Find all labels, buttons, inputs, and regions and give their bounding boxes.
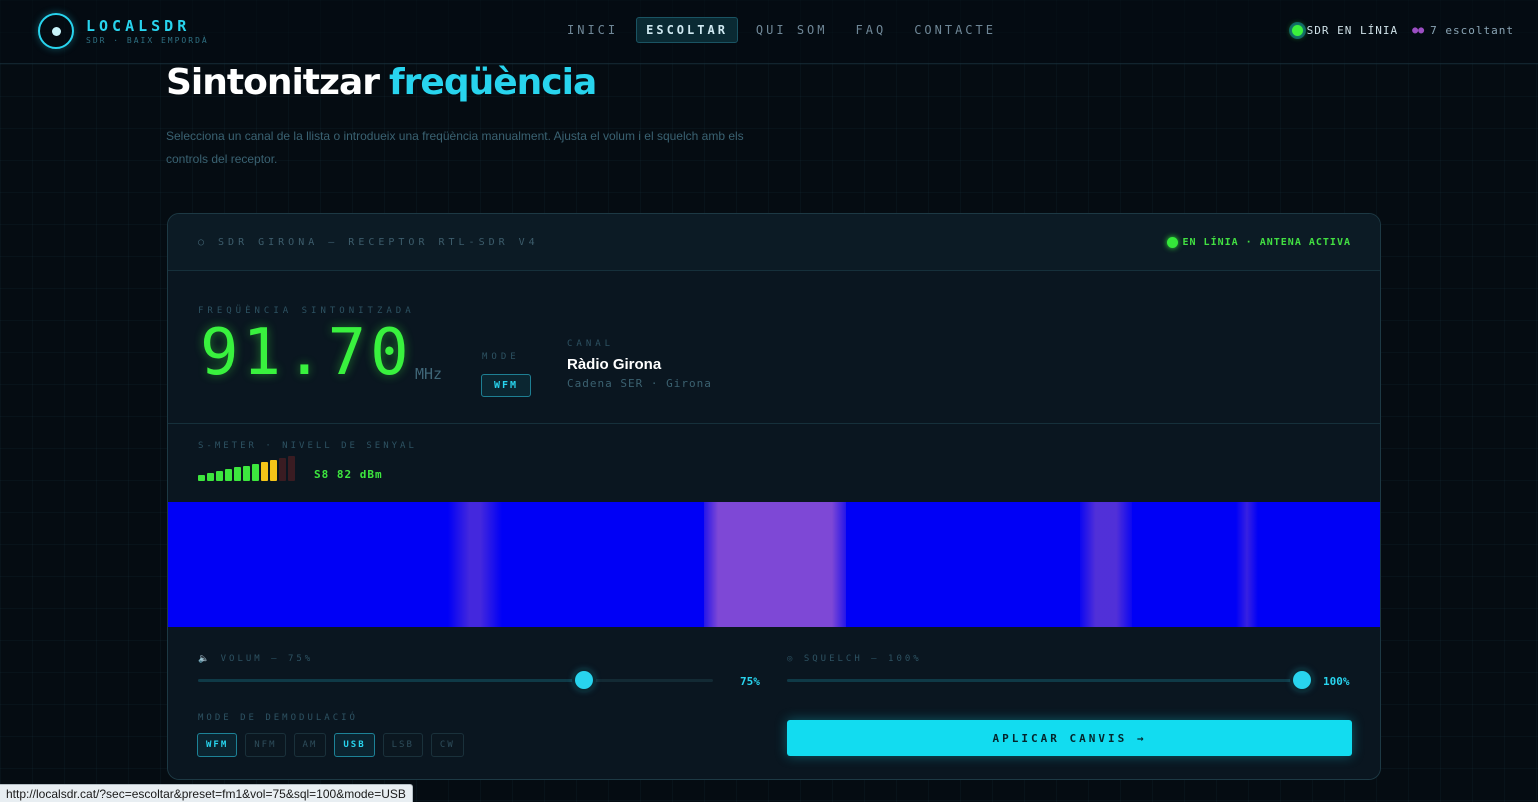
channel-name: Ràdio Girona — [567, 356, 662, 373]
squelch-slider-thumb[interactable] — [1293, 671, 1311, 689]
demod-button-lsb[interactable]: LSB — [382, 733, 423, 757]
volume-slider-thumb[interactable] — [575, 671, 594, 689]
smeter-bar — [288, 456, 295, 481]
channel-label: CANAL — [567, 339, 615, 349]
main-menu: INICI ESCOLTAR QUI SOM FAQ CONTACTE — [557, 17, 1014, 43]
smeter-bar — [225, 469, 232, 481]
logo[interactable]: LOCALSDR SDR · BAIX EMPORDÀ — [38, 13, 209, 49]
demod-button-cw[interactable]: CW — [430, 733, 464, 757]
demod-button-am[interactable]: AM — [293, 733, 327, 757]
logo-icon — [38, 13, 74, 49]
demod-mode-group: WFM NFM AM USB LSB CW — [197, 733, 472, 757]
waterfall-signal — [1080, 502, 1132, 627]
receiver-name: ○ SDR GIRONA — RECEPTOR RTL-SDR V4 — [198, 236, 539, 248]
smeter-bar — [243, 465, 250, 481]
brand-name: LOCALSDR — [86, 17, 191, 35]
brand-subtitle: SDR · BAIX EMPORDÀ — [86, 36, 209, 45]
frequency-display: 91.70 — [200, 316, 413, 390]
smeter-bar — [261, 461, 268, 481]
channel-subtitle: Cadena SER · Girona — [567, 377, 712, 390]
smeter-value: S8 82 dBm — [314, 468, 383, 481]
top-nav: LOCALSDR SDR · BAIX EMPORDÀ INICI ESCOLT… — [0, 0, 1538, 64]
live-status: SDR EN LÍNIA — [1306, 24, 1399, 37]
receiver-panel: ○ SDR GIRONA — RECEPTOR RTL-SDR V4 EN LÍ… — [167, 213, 1381, 780]
waterfall-signal — [1236, 502, 1258, 627]
receiver-status: EN LÍNIA · ANTENA ACTIVA — [1166, 236, 1352, 248]
menu-item-inici[interactable]: INICI — [557, 17, 628, 43]
smeter-section: S-METER · NIVELL DE SENYAL S8 82 dBm — [168, 424, 1380, 502]
mode-badge: WFM — [481, 374, 532, 397]
smeter-bar — [270, 459, 277, 481]
squelch-slider-fill — [787, 679, 1302, 682]
smeter-bar — [216, 471, 223, 481]
smeter-bar — [207, 473, 214, 481]
controls-section: 🔈 VOLUM — 75% 75% ◎ SQUELCH — 100% 100% … — [168, 627, 1380, 779]
users-icon: ●● — [1412, 25, 1425, 36]
menu-item-contacte[interactable]: CONTACTE — [904, 17, 1006, 43]
volume-value: 75% — [740, 675, 760, 688]
page-title-main: Sintonitzar — [166, 62, 380, 103]
page-description: Selecciona un canal de la llista o intro… — [166, 129, 744, 166]
online-dot-icon — [1166, 236, 1178, 248]
smeter-bar — [234, 467, 241, 481]
waterfall-signal-tuned — [704, 502, 846, 627]
volume-label: 🔈 VOLUM — 75% — [198, 654, 314, 664]
demod-button-usb[interactable]: USB — [334, 733, 375, 757]
frequency-section: FREQÜÈNCIA SINTONITZADA 91.70 MHz MODE W… — [168, 271, 1380, 424]
waterfall-display[interactable] — [168, 502, 1380, 627]
menu-item-faq[interactable]: FAQ — [846, 17, 897, 43]
demod-label: MODE DE DEMODULACIÓ — [198, 713, 358, 723]
squelch-value: 100% — [1323, 675, 1350, 688]
smeter-bar — [198, 475, 205, 481]
nav-status: SDR EN LÍNIA ●● 7 escoltant — [1291, 24, 1514, 37]
live-indicator-icon — [1291, 25, 1303, 36]
page-title: Sintonitzar freqüència — [166, 62, 597, 103]
mode-label: MODE — [482, 352, 520, 362]
page-title-accent: freqüència — [389, 62, 597, 103]
smeter-label: S-METER · NIVELL DE SENYAL — [198, 441, 417, 451]
smeter-bars — [198, 456, 297, 481]
demod-button-nfm[interactable]: NFM — [245, 733, 286, 757]
frequency-label: FREQÜÈNCIA SINTONITZADA — [198, 306, 415, 316]
listener-count: 7 escoltant — [1430, 24, 1514, 37]
status-bar-url: http://localsdr.cat/?sec=escoltar&preset… — [0, 784, 413, 802]
frequency-unit: MHz — [415, 365, 443, 383]
receiver-header: ○ SDR GIRONA — RECEPTOR RTL-SDR V4 EN LÍ… — [168, 214, 1380, 271]
volume-slider-fill — [198, 679, 585, 682]
menu-item-escoltar[interactable]: ESCOLTAR — [636, 17, 738, 43]
demod-button-wfm[interactable]: WFM — [197, 733, 238, 757]
menu-item-qui-som[interactable]: QUI SOM — [746, 17, 838, 43]
smeter-bar — [252, 463, 259, 481]
apply-changes-button[interactable]: APLICAR CANVIS → — [787, 720, 1352, 756]
receiver-status-text: EN LÍNIA · ANTENA ACTIVA — [1182, 236, 1351, 248]
squelch-label: ◎ SQUELCH — 100% — [787, 654, 922, 664]
smeter-bar — [279, 457, 286, 481]
waterfall-signal — [448, 502, 502, 627]
